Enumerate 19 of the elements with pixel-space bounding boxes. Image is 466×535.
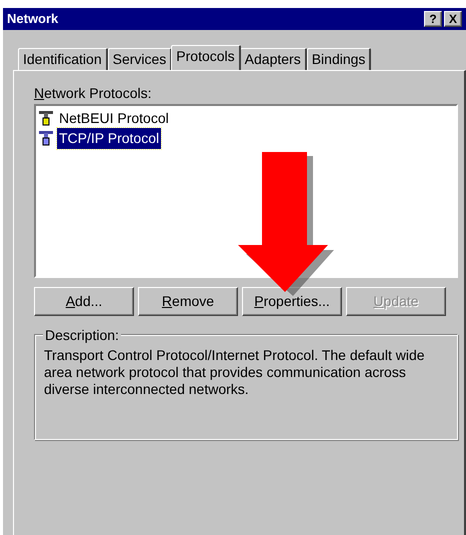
action-button[interactable]: Properties... xyxy=(242,287,342,316)
action-button[interactable]: Remove xyxy=(138,287,238,316)
tab[interactable]: Identification xyxy=(18,48,108,70)
window-title: Network xyxy=(7,10,58,28)
tab[interactable]: Protocols xyxy=(171,45,241,70)
tab[interactable]: Services xyxy=(108,48,172,70)
list-item[interactable]: TCP/IP Protocol xyxy=(57,128,162,148)
tab[interactable]: Adapters xyxy=(240,48,307,70)
close-button[interactable]: X xyxy=(444,11,462,27)
action-button[interactable]: Add... xyxy=(34,287,134,316)
network-protocol-icon xyxy=(38,110,56,126)
network-protocol-icon xyxy=(38,130,56,146)
tab[interactable]: Bindings xyxy=(306,48,372,70)
arrow-icon xyxy=(236,150,336,296)
help-button[interactable]: ? xyxy=(424,11,442,27)
description-text: Transport Control Protocol/Internet Protocol. The default wide area network protocol that provides communication across diverse interconnected networks. xyxy=(44,347,426,398)
protocol-list[interactable]: NetBEUI Protocol TCP/IP Protocol xyxy=(34,104,458,278)
list-label: Network Protocols: xyxy=(34,84,152,101)
list-item[interactable]: NetBEUI Protocol xyxy=(57,108,171,128)
